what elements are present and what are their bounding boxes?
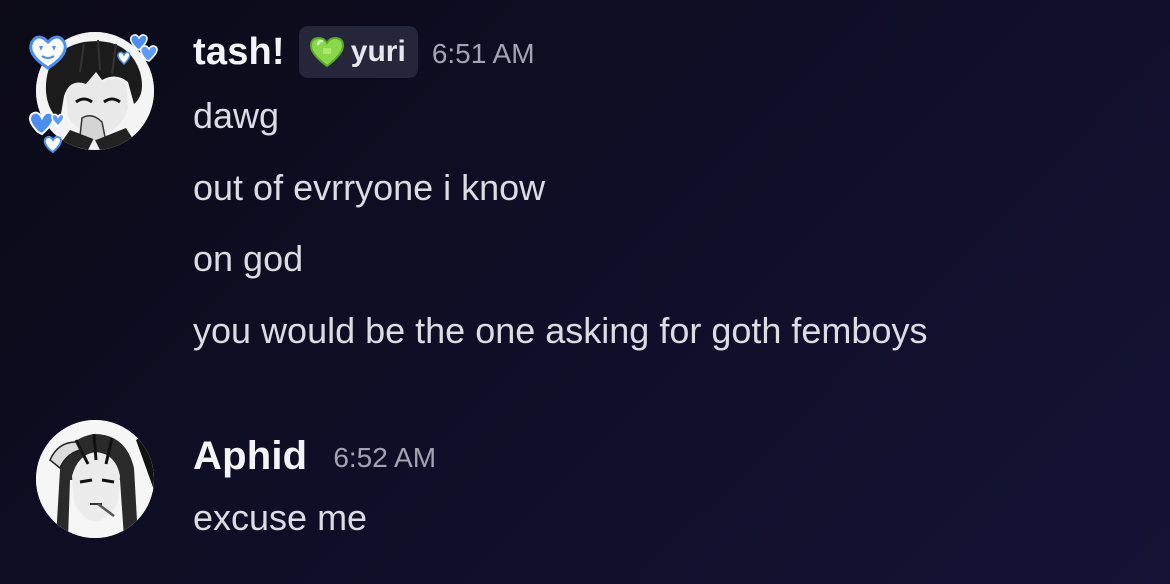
avatar-image bbox=[36, 420, 154, 538]
server-tag-label: yuri bbox=[350, 35, 406, 68]
message-content: dawg out of evrryone i know on god you w… bbox=[193, 92, 1153, 378]
message-line[interactable]: you would be the one asking for goth fem… bbox=[193, 307, 1153, 355]
message-line[interactable]: dawg bbox=[193, 92, 1153, 140]
green-heart-icon bbox=[309, 36, 344, 68]
timestamp: 6:51 AM bbox=[431, 38, 535, 69]
username[interactable]: tash! bbox=[193, 31, 285, 74]
message-line[interactable]: on god bbox=[193, 235, 1153, 283]
timestamp: 6:52 AM bbox=[333, 442, 437, 473]
message-line[interactable]: excuse me bbox=[193, 494, 1153, 542]
avatar[interactable] bbox=[36, 420, 154, 538]
username[interactable]: Aphid bbox=[193, 434, 307, 479]
message-header: tash! yuri 6:51 AM bbox=[193, 26, 535, 78]
server-tag-badge[interactable]: yuri bbox=[298, 26, 418, 78]
message-header: Aphid 6:52 AM bbox=[193, 430, 436, 482]
avatar[interactable] bbox=[36, 32, 154, 150]
avatar-image bbox=[36, 32, 154, 150]
message-line[interactable]: out of evrryone i know bbox=[193, 164, 1153, 212]
chat-view: tash! yuri 6:51 AM dawg out of evrryone … bbox=[0, 0, 1170, 584]
message-content: excuse me bbox=[193, 494, 1153, 566]
